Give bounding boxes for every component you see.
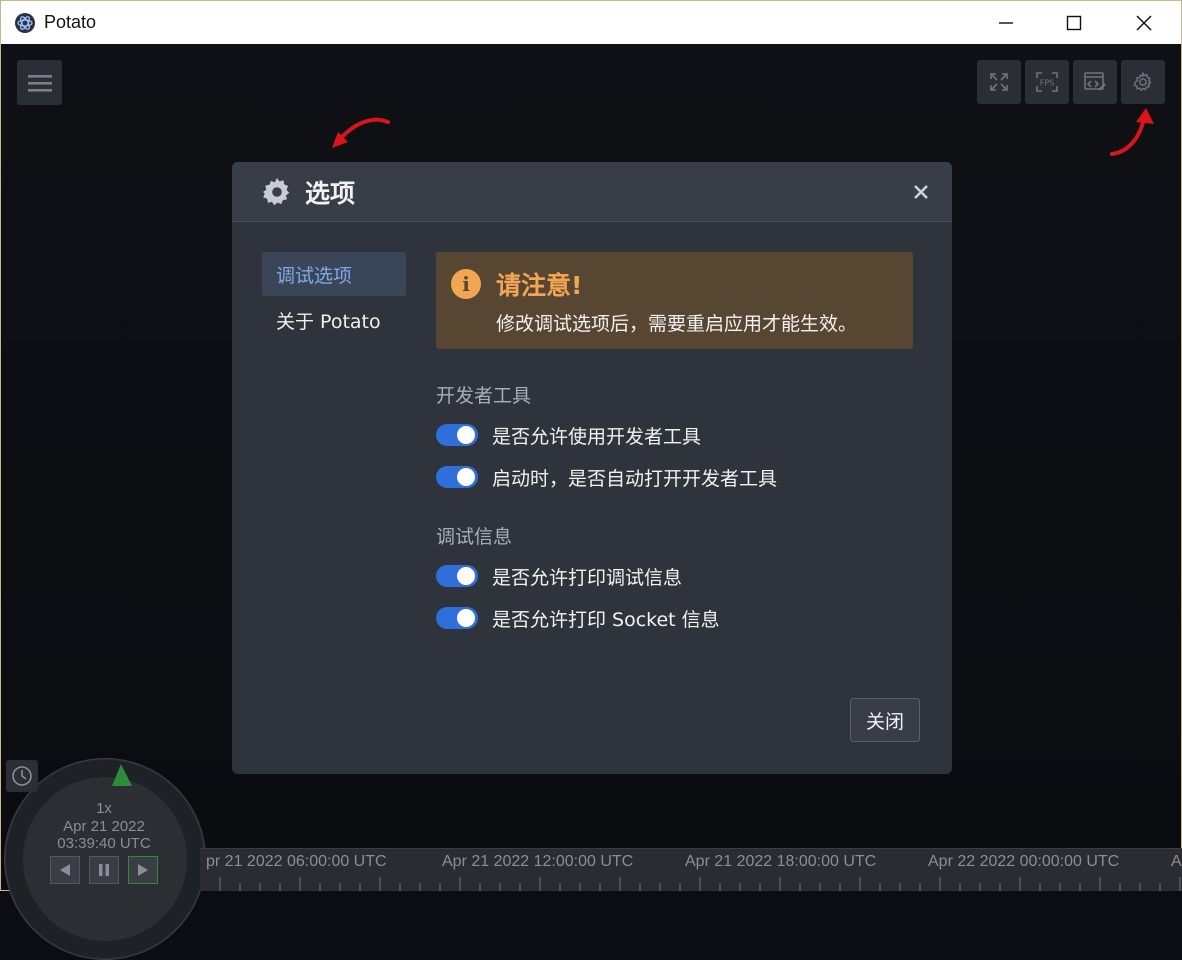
close-icon xyxy=(1136,14,1152,31)
dialog-close-button[interactable] xyxy=(908,179,934,205)
annotation-arrow-right xyxy=(1110,108,1154,156)
timeline-label: A xyxy=(1171,853,1182,870)
app-logo-icon xyxy=(15,12,35,33)
nav-item-debug-options[interactable]: 调试选项 xyxy=(262,252,406,296)
warning-notice: i 请注意! 修改调试选项后，需要重启应用才能生效。 xyxy=(436,252,913,349)
toggle-print-socket-info[interactable] xyxy=(436,607,478,629)
settings-button[interactable] xyxy=(1121,60,1165,104)
nav-item-about[interactable]: 关于 Potato xyxy=(262,298,406,342)
close-button[interactable]: 关闭 xyxy=(850,698,920,742)
rewind-button[interactable] xyxy=(50,856,80,884)
toggle-row: 是否允许打印调试信息 xyxy=(436,563,682,589)
clock-needle-icon xyxy=(112,764,132,786)
timeline-label: Apr 22 2022 00:00:00 UTC xyxy=(928,853,1120,870)
timeline-ticks xyxy=(219,877,1181,891)
clock-toggle-button[interactable] xyxy=(6,760,38,792)
toggle-row: 是否允许使用开发者工具 xyxy=(436,422,701,448)
minimize-button[interactable] xyxy=(983,1,1029,44)
gear-icon xyxy=(263,177,290,205)
clock-date: Apr 21 2022 xyxy=(63,818,145,835)
pause-icon xyxy=(99,864,109,876)
info-icon: i xyxy=(451,269,481,299)
code-edit-icon xyxy=(1084,72,1106,91)
toggle-label: 启动时，是否自动打开开发者工具 xyxy=(492,467,778,490)
timeline-label: Apr 21 2022 18:00:00 UTC xyxy=(685,853,877,870)
close-icon xyxy=(914,185,928,199)
clock-speed: 1x xyxy=(96,800,112,817)
fps-icon: FPS xyxy=(1036,72,1058,92)
title-bar: Potato xyxy=(1,1,1181,44)
pause-button[interactable] xyxy=(89,856,119,884)
clock-time: 03:39:40 UTC xyxy=(57,835,151,852)
devtools-button[interactable] xyxy=(1073,60,1117,104)
maximize-icon xyxy=(1066,15,1082,30)
play-icon xyxy=(138,864,148,876)
toggle-auto-open-devtools[interactable] xyxy=(436,466,478,488)
gear-icon xyxy=(1133,71,1152,92)
toggle-print-debug-info[interactable] xyxy=(436,565,478,587)
notice-title: 请注意! xyxy=(496,271,583,300)
toggle-label: 是否允许打印 Socket 信息 xyxy=(492,608,720,631)
minimize-icon xyxy=(999,21,1013,24)
play-reverse-icon xyxy=(60,864,70,876)
maximize-button[interactable] xyxy=(1051,1,1097,44)
notice-body: 修改调试选项后，需要重启应用才能生效。 xyxy=(496,313,858,335)
fps-button[interactable]: FPS xyxy=(1025,60,1069,104)
timeline-label: pr 21 2022 06:00:00 UTC xyxy=(206,853,387,870)
timeline-label: Apr 21 2022 12:00:00 UTC xyxy=(442,853,634,870)
fullscreen-icon xyxy=(990,73,1008,91)
dialog-header: 选项 xyxy=(232,162,952,222)
timeline-bar[interactable]: pr 21 2022 06:00:00 UTC Apr 21 2022 12:0… xyxy=(200,848,1182,891)
toggle-label: 是否允许打印调试信息 xyxy=(492,566,683,589)
options-dialog: 选项 调试选项 关于 Potato i 请注意! 修改调试选项后，需要重启应用才… xyxy=(232,162,952,774)
annotation-arrow-left xyxy=(332,117,390,148)
menu-button[interactable] xyxy=(17,60,62,105)
play-button[interactable] xyxy=(128,856,158,884)
fullscreen-button[interactable] xyxy=(977,60,1021,104)
toggle-allow-devtools[interactable] xyxy=(436,424,478,446)
window-title: Potato xyxy=(44,12,97,32)
toggle-row: 启动时，是否自动打开开发者工具 xyxy=(436,464,777,490)
toggle-row: 是否允许打印 Socket 信息 xyxy=(436,605,720,631)
hamburger-icon xyxy=(27,74,52,92)
toggle-label: 是否允许使用开发者工具 xyxy=(492,425,702,448)
section-title-debug-info: 调试信息 xyxy=(436,526,513,548)
clock-icon xyxy=(12,766,32,786)
dialog-title: 选项 xyxy=(305,178,356,208)
fps-label: FPS xyxy=(1040,79,1055,88)
section-title-devtools: 开发者工具 xyxy=(436,385,532,407)
close-window-button[interactable] xyxy=(1121,1,1167,44)
